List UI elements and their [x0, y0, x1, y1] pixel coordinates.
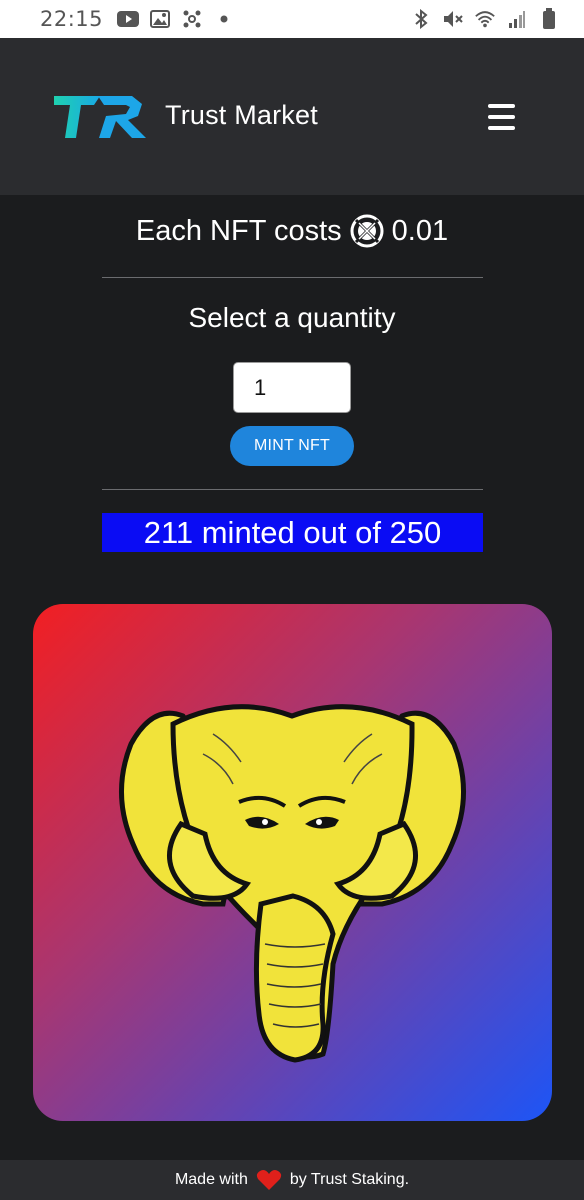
gallery-icon [149, 8, 171, 30]
price-label: Each NFT costs [135, 214, 342, 247]
network-icon [181, 8, 203, 30]
footer-suffix: by Trust Staking. [289, 1171, 410, 1188]
wifi-icon [474, 8, 496, 30]
footer: Made with by Trust Staking. [0, 1160, 584, 1200]
app-header: Trust Market [0, 38, 584, 195]
footer-prefix: Made with [174, 1171, 248, 1188]
price-value: 0.01 [391, 214, 449, 247]
nft-artwork-card [33, 604, 552, 1121]
signal-icon [506, 8, 528, 30]
youtube-icon [117, 8, 140, 30]
heart-icon [256, 1169, 282, 1191]
elephant-artwork-image [118, 704, 467, 1063]
battery-icon [538, 8, 560, 30]
divider-bottom [102, 489, 483, 490]
quantity-label: Select a quantity [188, 302, 396, 333]
egld-currency-icon [350, 214, 384, 248]
brand-title[interactable]: Trust Market [165, 100, 318, 131]
mint-nft-button[interactable]: MINT NFT [230, 426, 354, 466]
hamburger-menu-icon[interactable] [488, 104, 518, 132]
status-time: 22:15 [40, 7, 104, 31]
minted-counter-banner: 211 minted out of 250 [102, 513, 483, 552]
divider-top [102, 277, 483, 278]
notification-dot-icon [213, 8, 235, 30]
trust-market-logo[interactable] [54, 96, 146, 138]
quantity-input[interactable] [233, 362, 351, 413]
bluetooth-icon [410, 8, 432, 30]
mute-icon [442, 8, 464, 30]
price-line: Each NFT costs 0.01 [0, 214, 584, 248]
status-bar: 22:15 [0, 0, 584, 38]
